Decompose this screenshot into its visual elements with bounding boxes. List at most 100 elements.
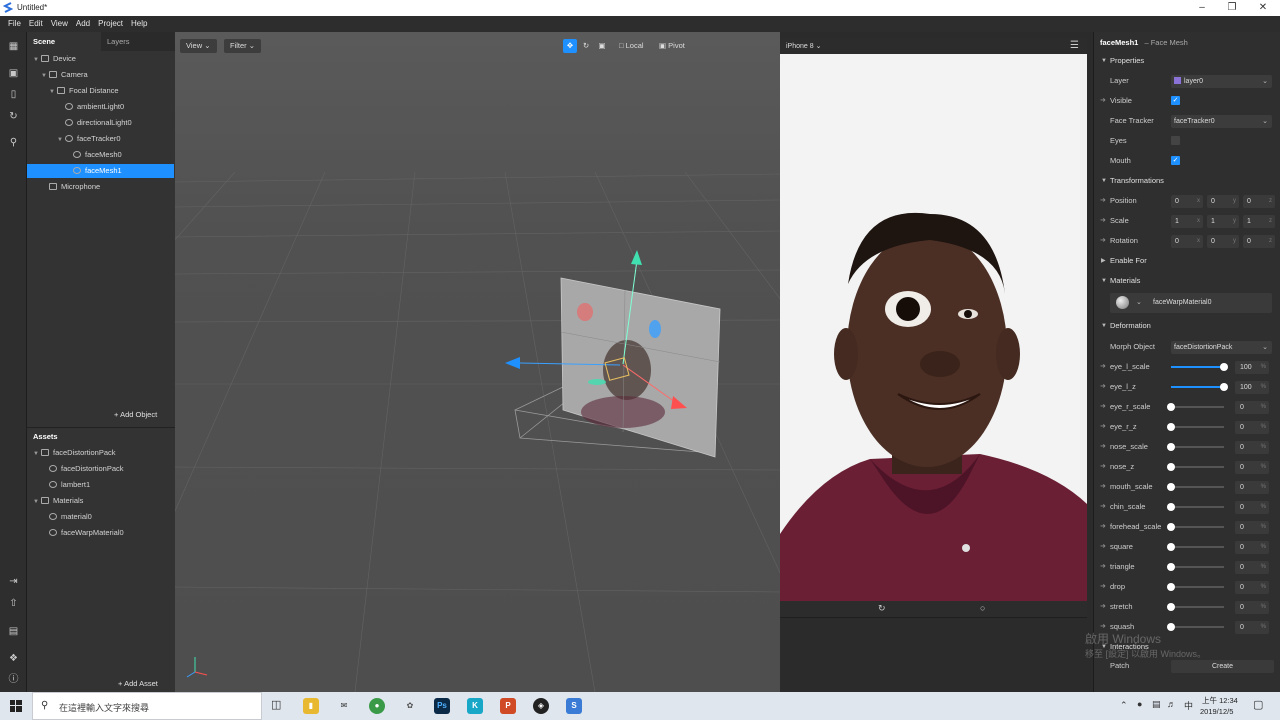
triangle-down-icon[interactable]: ▼ [49, 85, 57, 99]
section-deformation[interactable]: ▼ Deformation [1094, 316, 1280, 336]
slider-value-field[interactable]: 0% [1235, 481, 1269, 494]
slider-knob[interactable] [1167, 423, 1175, 431]
slider-knob[interactable] [1167, 563, 1175, 571]
layer-dropdown[interactable]: layer0 ⌄ [1171, 75, 1272, 88]
slider-value-field[interactable]: 0% [1235, 561, 1269, 574]
filter-dropdown[interactable]: Filter ⌄ [224, 39, 262, 53]
triangle-down-icon[interactable]: ▼ [33, 447, 41, 461]
export-icon[interactable]: ⇧ [7, 598, 20, 610]
chevron-up-icon[interactable]: ⌃ [1120, 700, 1128, 711]
slider-knob[interactable] [1167, 403, 1175, 411]
clock-date[interactable]: 2019/12/5 [1200, 707, 1233, 716]
menu-edit[interactable]: Edit [25, 16, 47, 32]
restore-icon[interactable]: ❐ [1215, 0, 1249, 16]
patch-arrow-icon[interactable]: ➜ [1100, 91, 1106, 111]
tree-item[interactable]: faceDistortionPack [27, 462, 174, 476]
rotate-tool-icon[interactable]: ↻ [579, 39, 593, 53]
volume-icon[interactable]: ♬ [1167, 699, 1176, 709]
patch-arrow-icon[interactable]: ➜ [1100, 437, 1106, 457]
columns-icon[interactable]: ▯ [7, 89, 20, 101]
slider-value-field[interactable]: 0% [1235, 521, 1269, 534]
ime-icon[interactable]: 中 [1184, 699, 1193, 712]
kinemaster-icon[interactable]: K [467, 698, 483, 714]
mail-icon[interactable]: ✉ [336, 698, 352, 714]
tree-item[interactable]: lambert1 [27, 478, 174, 492]
blendshape-slider[interactable] [1167, 423, 1224, 431]
menu-view[interactable]: View [47, 16, 72, 32]
help-icon[interactable]: ⓘ [7, 674, 20, 686]
blendshape-slider[interactable] [1171, 383, 1228, 391]
slider-knob[interactable] [1167, 483, 1175, 491]
bug-icon[interactable]: ❖ [7, 653, 20, 665]
unity-icon[interactable]: ◈ [533, 698, 549, 714]
tree-item[interactable]: ▼ faceDistortionPack [27, 446, 174, 460]
patch-arrow-icon[interactable]: ➜ [1100, 477, 1106, 497]
rotation-x-field[interactable]: 0x [1171, 235, 1203, 248]
windows-start-icon[interactable] [10, 700, 22, 712]
position-x-field[interactable]: 0x [1171, 195, 1203, 208]
unlock-icon[interactable]: ○ [980, 603, 985, 613]
powerpoint-icon[interactable]: P [500, 698, 516, 714]
zoom-icon[interactable]: ⚲ [7, 137, 20, 149]
scale-x-field[interactable]: 1x [1171, 215, 1203, 228]
section-properties[interactable]: ▼ Properties [1094, 51, 1280, 71]
visible-checkbox[interactable]: ✓ [1171, 96, 1180, 105]
tree-item[interactable]: faceWarpMaterial0 [27, 526, 174, 540]
scale-z-field[interactable]: 1z [1243, 215, 1275, 228]
device-selector[interactable]: iPhone 8 ⌄ [786, 42, 821, 50]
clock-time[interactable]: 上午 12:34 [1202, 695, 1238, 706]
patch-arrow-icon[interactable]: ➜ [1100, 417, 1106, 437]
task-view-icon[interactable]: ◫ [271, 698, 281, 711]
add-asset-button[interactable]: + Add Asset [118, 679, 158, 688]
patch-arrow-icon[interactable]: ➜ [1100, 377, 1106, 397]
menu-file[interactable]: File [4, 16, 25, 32]
tree-item[interactable]: material0 [27, 510, 174, 524]
slider-knob[interactable] [1220, 383, 1228, 391]
blendshape-slider[interactable] [1167, 443, 1224, 451]
slider-knob[interactable] [1167, 523, 1175, 531]
close-icon[interactable]: ✕ [1246, 0, 1280, 16]
taskbar-search[interactable]: ⚲ 在這裡輸入文字來搜尋 [32, 692, 262, 720]
slider-value-field[interactable]: 0% [1235, 581, 1269, 594]
patch-arrow-icon[interactable]: ➜ [1100, 357, 1106, 377]
network-icon[interactable]: ▤ [1152, 699, 1161, 710]
section-enable-for[interactable]: ▶ Enable For [1094, 251, 1280, 271]
material-slot[interactable]: ⌄ faceWarpMaterial0 [1110, 293, 1272, 313]
app-icon[interactable]: ✿ [402, 698, 418, 714]
face-tracker-dropdown[interactable]: faceTracker0 ⌄ [1171, 115, 1272, 128]
triangle-down-icon[interactable]: ▼ [57, 133, 65, 147]
import-icon[interactable]: ⇥ [7, 576, 20, 588]
refresh-icon[interactable]: ↻ [7, 111, 20, 123]
tree-item[interactable]: ▼ Camera [27, 68, 174, 82]
triangle-down-icon[interactable]: ▼ [33, 53, 41, 67]
create-patch-button[interactable]: Create [1171, 660, 1274, 673]
tree-item[interactable]: faceMesh0 [27, 148, 174, 162]
view-dropdown[interactable]: View ⌄ [180, 39, 217, 53]
patch-arrow-icon[interactable]: ➜ [1100, 577, 1106, 597]
blendshape-slider[interactable] [1171, 363, 1228, 371]
patch-arrow-icon[interactable]: ➜ [1100, 211, 1106, 231]
rotation-y-field[interactable]: 0y [1207, 235, 1239, 248]
tree-item[interactable]: ▼ faceTracker0 [27, 132, 174, 146]
blendshape-slider[interactable] [1167, 543, 1224, 551]
slider-value-field[interactable]: 0% [1235, 421, 1269, 434]
move-tool-icon[interactable]: ✥ [563, 39, 577, 53]
section-transformations[interactable]: ▼ Transformations [1094, 171, 1280, 191]
blendshape-slider[interactable] [1167, 403, 1224, 411]
slider-knob[interactable] [1167, 583, 1175, 591]
scale-y-field[interactable]: 1y [1207, 215, 1239, 228]
blendshape-slider[interactable] [1167, 503, 1224, 511]
tree-item[interactable]: ▼ Materials [27, 494, 174, 508]
photoshop-icon[interactable]: Ps [434, 698, 450, 714]
patch-arrow-icon[interactable]: ➜ [1100, 231, 1106, 251]
slider-knob[interactable] [1220, 363, 1228, 371]
local-toggle[interactable]: □ Local [613, 39, 650, 53]
patch-arrow-icon[interactable]: ➜ [1100, 517, 1106, 537]
video-icon[interactable]: ▣ [7, 68, 20, 80]
rotate-device-icon[interactable]: ↻ [878, 603, 886, 614]
scene-panel-icon[interactable]: ▦ [7, 41, 20, 53]
chevron-down-icon[interactable]: ⌄ [1136, 298, 1142, 306]
patch-arrow-icon[interactable]: ➜ [1100, 191, 1106, 211]
tab-scene[interactable]: Scene [27, 32, 101, 51]
section-materials[interactable]: ▼ Materials [1094, 271, 1280, 291]
